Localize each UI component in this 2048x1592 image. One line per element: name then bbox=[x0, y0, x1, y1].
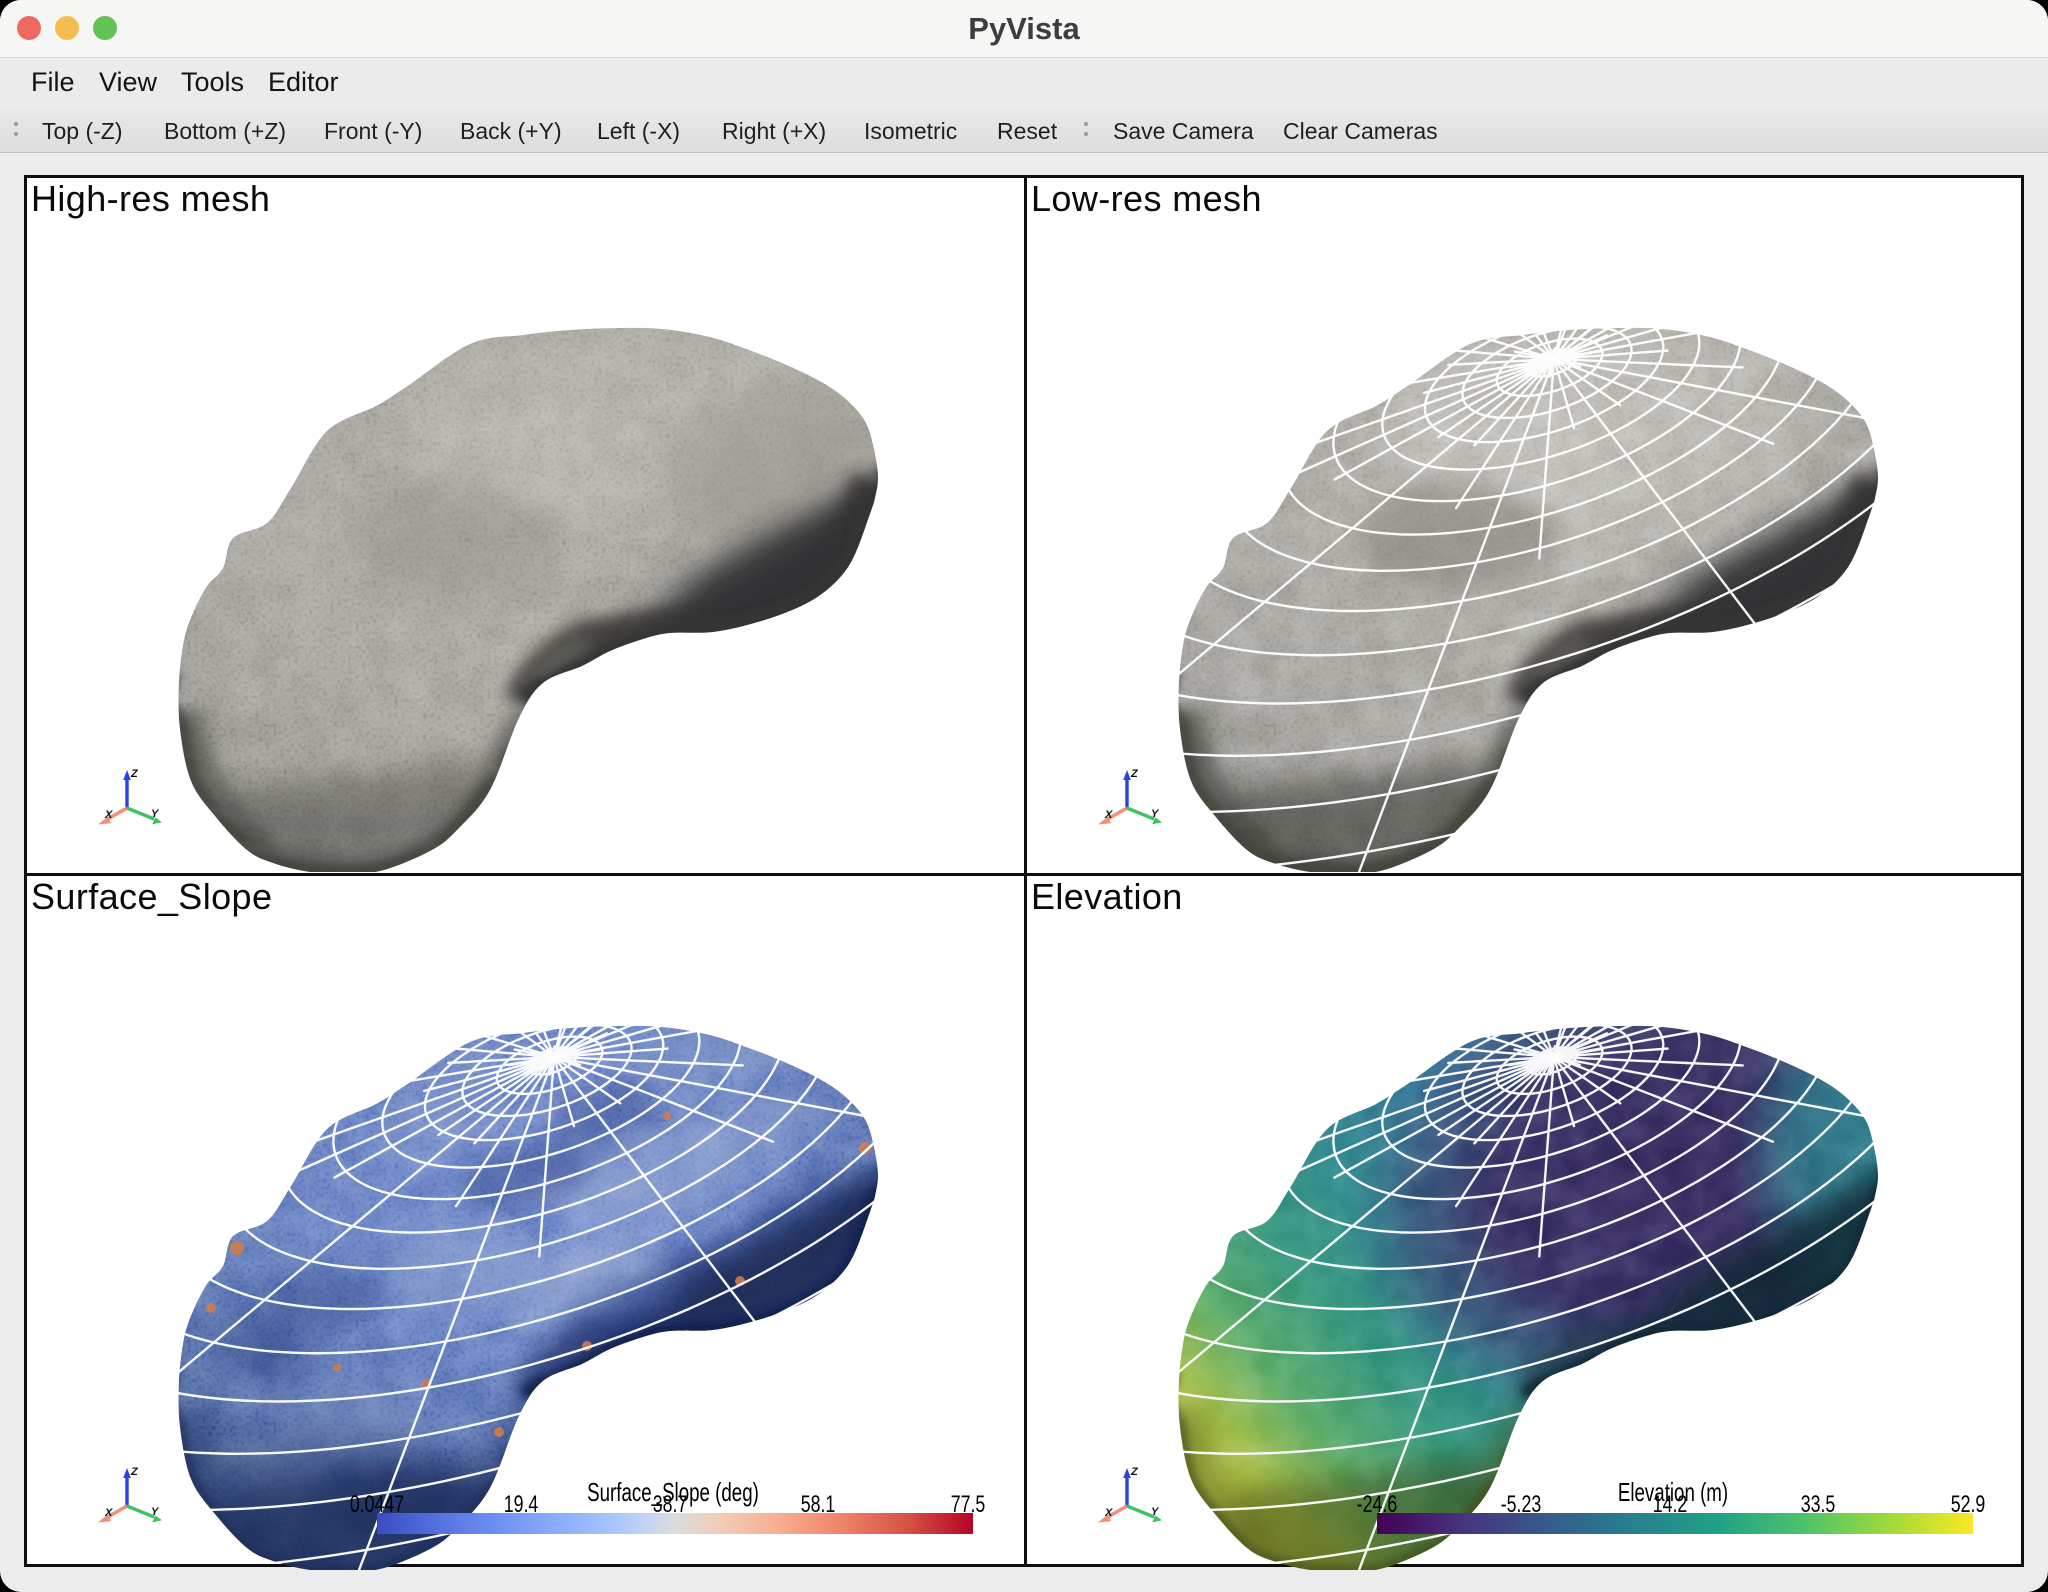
svg-text:X: X bbox=[104, 809, 113, 821]
svg-text:Z: Z bbox=[130, 768, 139, 780]
svg-text:Y: Y bbox=[151, 808, 160, 820]
svg-text:Z: Z bbox=[1130, 768, 1139, 780]
svg-text:X: X bbox=[1104, 809, 1113, 821]
svg-text:Y: Y bbox=[1151, 808, 1160, 820]
